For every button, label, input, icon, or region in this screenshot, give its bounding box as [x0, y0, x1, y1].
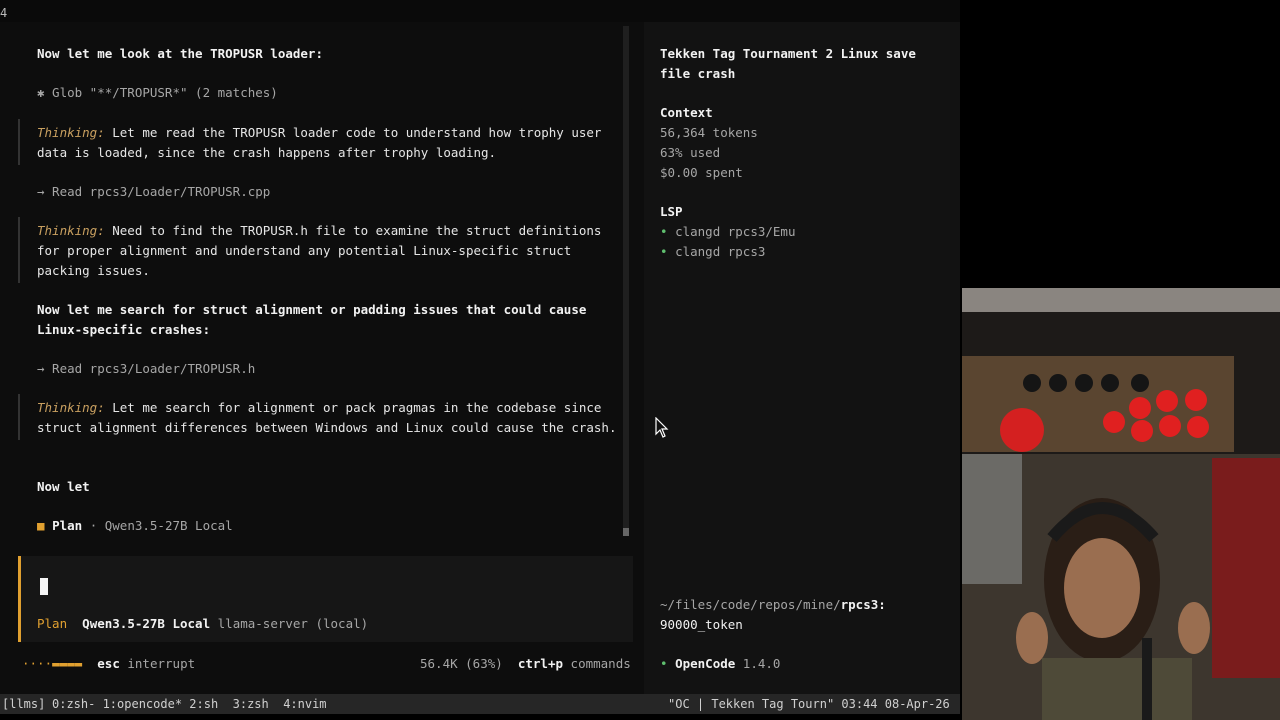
terminal-window: Now let me look at the TROPUSR loader: ✱…: [0, 22, 960, 694]
webcam-image: [962, 288, 1280, 720]
cost-spent: $0.00 spent: [660, 165, 743, 180]
lsp-server: clangd rpcs3: [675, 244, 766, 259]
webcam-feed: [962, 288, 1280, 720]
status-dot-icon: •: [660, 244, 668, 259]
status-dot-icon: •: [660, 224, 668, 239]
input-mode-line: Plan Qwen3.5-27B Local llama-server (loc…: [37, 614, 368, 634]
separator: ·: [82, 518, 105, 533]
tmux-status-right: "OC | Tekken Tag Tourn" 03:44 08-Apr-26: [668, 697, 950, 711]
working-directory: ~/files/code/repos/mine/rpcs3:: [660, 595, 886, 615]
commands-key[interactable]: ctrl+p: [518, 656, 563, 671]
tmux-session[interactable]: [llms]: [2, 694, 45, 714]
thinking-text: struct alignment differences between Win…: [37, 420, 617, 435]
tool-call-glob: ✱ Glob "**/TROPUSR*" (2 matches): [37, 85, 278, 100]
thinking-block-3: Thinking: Let me search for alignment or…: [37, 398, 601, 418]
thinking-text: Need to find the TROPUSR.h file to exami…: [104, 223, 602, 238]
progress-spinner: ····▬▬▬▬: [22, 656, 83, 671]
thinking-text: data is loaded, since the crash happens …: [37, 145, 497, 160]
mode-label[interactable]: Plan: [37, 616, 67, 631]
lsp-item: • clangd rpcs3/Emu: [660, 222, 795, 242]
thinking-bar: [18, 119, 20, 165]
commands-label: commands: [563, 656, 631, 671]
path-prefix: ~/files/code/repos/mine/: [660, 597, 841, 612]
token-count: 56,364 tokens: [660, 125, 758, 140]
tmux-status-bar: [llms] 0:zsh- 1:opencode* 2:sh 3:zsh 4:n…: [0, 694, 960, 714]
thinking-bar: [18, 394, 20, 440]
model-name: Qwen3.5-27B Local: [104, 518, 233, 533]
thinking-text: Let me search for alignment or pack prag…: [104, 400, 602, 415]
prompt-input[interactable]: Plan Qwen3.5-27B Local llama-server (loc…: [18, 556, 633, 642]
assistant-message: Now let: [37, 479, 90, 494]
plan-status-line: ■ Plan · Qwen3.5-27B Local: [37, 516, 233, 536]
chat-scrollbar[interactable]: [623, 26, 629, 536]
interrupt-label: interrupt: [119, 656, 196, 671]
lsp-server: clangd rpcs3/Emu: [675, 224, 796, 239]
tmux-window-list[interactable]: 0:zsh- 1:opencode* 2:sh 3:zsh 4:nvim: [52, 694, 327, 714]
top-strip: 4: [0, 0, 960, 22]
plan-square-icon: ■: [37, 518, 45, 533]
model-selector[interactable]: Qwen3.5-27B Local: [82, 616, 210, 631]
thinking-text: Let me read the TROPUSR loader code to u…: [104, 125, 602, 140]
footer-right: 56.4K (63%) ctrl+p commands: [420, 654, 631, 674]
thinking-block-2: Thinking: Need to find the TROPUSR.h fil…: [37, 221, 601, 241]
session-sidebar: Tekken Tag Tournament 2 Linux save file …: [644, 22, 960, 694]
session-title: Tekken Tag Tournament 2 Linux save: [660, 46, 916, 61]
tool-call-read: → Read rpcs3/Loader/TROPUSR.h: [37, 361, 256, 376]
text-cursor: [40, 578, 48, 595]
esc-key[interactable]: esc: [97, 656, 120, 671]
thinking-text: for proper alignment and understand any …: [37, 243, 572, 258]
footer-left: ····▬▬▬▬ esc interrupt: [22, 654, 195, 674]
tool-call-read: → Read rpcs3/Loader/TROPUSR.cpp: [37, 184, 271, 199]
context-header: Context: [660, 105, 713, 120]
app-version: • OpenCode 1.4.0: [660, 654, 780, 674]
pane-number: 4: [0, 6, 8, 20]
thinking-bar: [18, 217, 20, 283]
version-number: 1.4.0: [735, 656, 781, 671]
plan-label: Plan: [52, 518, 83, 533]
chat-panel: Now let me look at the TROPUSR loader: ✱…: [0, 22, 633, 694]
provider-label: llama-server (local): [217, 616, 369, 631]
git-branch: 90000_token: [660, 617, 743, 632]
thinking-label: Thinking:: [37, 223, 105, 238]
lsp-item: • clangd rpcs3: [660, 242, 765, 262]
scrollbar-thumb[interactable]: [623, 528, 629, 536]
assistant-message: Linux-specific crashes:: [37, 322, 211, 337]
session-title: file crash: [660, 66, 736, 81]
assistant-message: Now let me look at the TROPUSR loader:: [37, 46, 323, 61]
thinking-text: packing issues.: [37, 263, 150, 278]
token-usage: 56.4K (63%): [420, 656, 503, 671]
lsp-header: LSP: [660, 204, 683, 219]
assistant-message: Now let me search for struct alignment o…: [37, 302, 587, 317]
mouse-pointer-icon: [655, 417, 669, 438]
context-used: 63% used: [660, 145, 721, 160]
repo-name: rpcs3:: [840, 597, 886, 612]
status-dot-icon: •: [660, 656, 668, 671]
thinking-label: Thinking:: [37, 125, 105, 140]
thinking-block-1: Thinking: Let me read the TROPUSR loader…: [37, 123, 601, 143]
app-name: OpenCode: [675, 656, 736, 671]
thinking-label: Thinking:: [37, 400, 105, 415]
